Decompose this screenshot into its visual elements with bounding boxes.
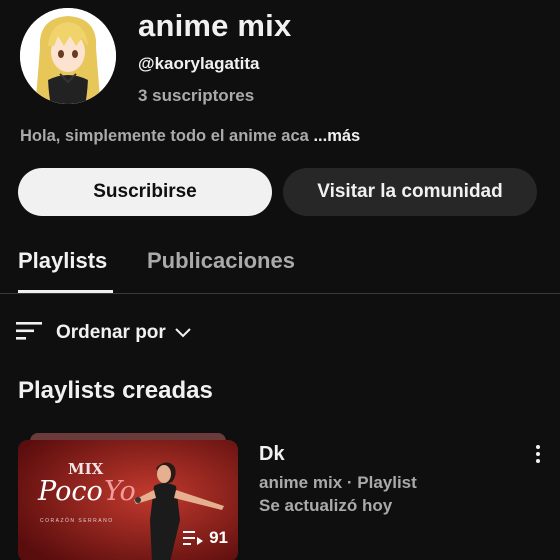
sort-button[interactable]: Ordenar por — [16, 316, 192, 350]
playlist-icon — [183, 530, 204, 546]
subscriber-count: 3 suscriptores — [138, 86, 255, 105]
tabs-divider — [0, 293, 560, 294]
anime-girl-avatar-icon — [20, 8, 116, 104]
playlist-thumbnail[interactable]: MIX Poco Yo CORAZÓN SERRANO 91 — [18, 440, 238, 560]
sort-lines-icon — [16, 320, 44, 347]
channel-name: anime mix — [138, 8, 292, 43]
channel-description[interactable]: Hola, simplemente todo el anime aca ...m… — [20, 127, 360, 146]
channel-avatar[interactable] — [20, 8, 116, 104]
video-count-badge: 91 — [183, 528, 228, 548]
subscribe-button[interactable]: Suscribirse — [18, 168, 272, 216]
section-title: Playlists creadas — [18, 377, 213, 404]
channel-handle: @kaorylagatita — [138, 54, 260, 73]
description-text: Hola, simplemente todo el anime aca — [20, 127, 314, 145]
channel-page: anime mix @kaorylagatita 3 suscriptores … — [0, 0, 560, 560]
tab-playlists[interactable]: Playlists — [18, 248, 107, 274]
sort-label: Ordenar por — [56, 322, 166, 343]
video-count: 91 — [209, 528, 228, 547]
more-link[interactable]: ...más — [313, 127, 360, 145]
thumb-caption: CORAZÓN SERRANO — [40, 518, 114, 524]
chevron-down-icon — [174, 327, 192, 339]
thumb-title-1: Poco — [38, 476, 103, 507]
thumb-title-2: Yo — [104, 476, 136, 507]
more-options-icon[interactable] — [528, 443, 548, 465]
visit-community-button[interactable]: Visitar la comunidad — [283, 168, 537, 216]
playlist-updated: Se actualizó hoy — [259, 496, 393, 515]
playlist-meta: anime mix · Playlist — [259, 473, 417, 492]
tab-publicaciones[interactable]: Publicaciones — [147, 248, 295, 274]
playlist-title[interactable]: Dk — [259, 443, 285, 466]
